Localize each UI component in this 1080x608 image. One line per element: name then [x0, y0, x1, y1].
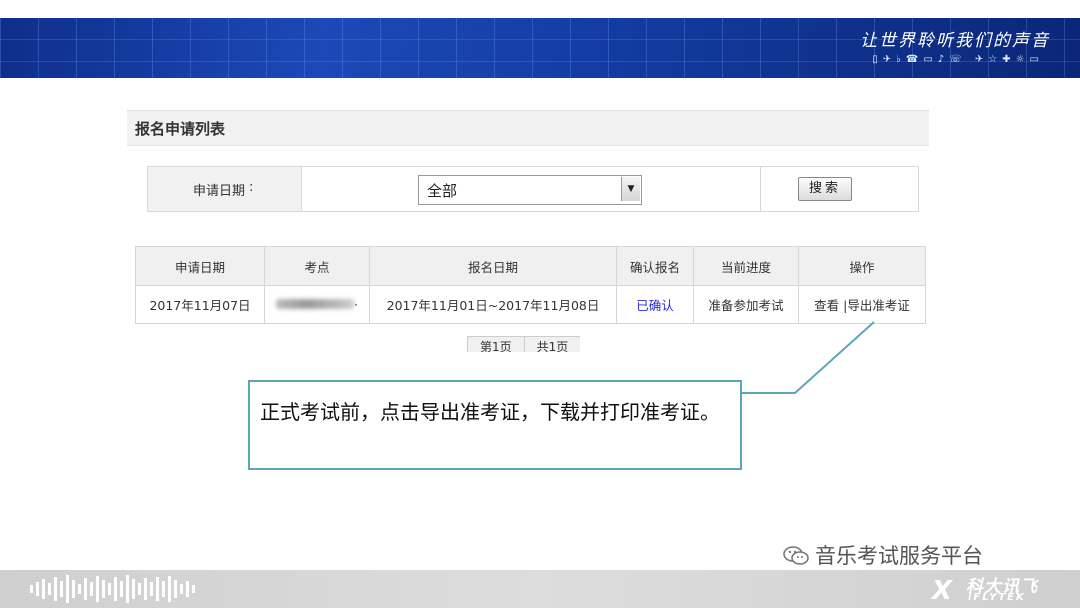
callout-box: 正式考试前，点击导出准考证，下载并打印准考证。	[248, 380, 742, 470]
wechat-icon	[783, 546, 809, 565]
callout-pointer	[742, 321, 875, 394]
sound-wave-icon	[30, 575, 195, 603]
iflytek-logo-mark: X	[932, 576, 953, 606]
callout-text: 正式考试前，点击导出准考证，下载并打印准考证。	[260, 400, 720, 424]
iflytek-logo: X 科大讯飞 iFLYTEK	[930, 572, 1060, 606]
iflytek-logo-en: iFLYTEK	[968, 592, 1026, 603]
wechat-account: 音乐考试服务平台	[783, 540, 983, 570]
wechat-account-name: 音乐考试服务平台	[815, 544, 983, 568]
